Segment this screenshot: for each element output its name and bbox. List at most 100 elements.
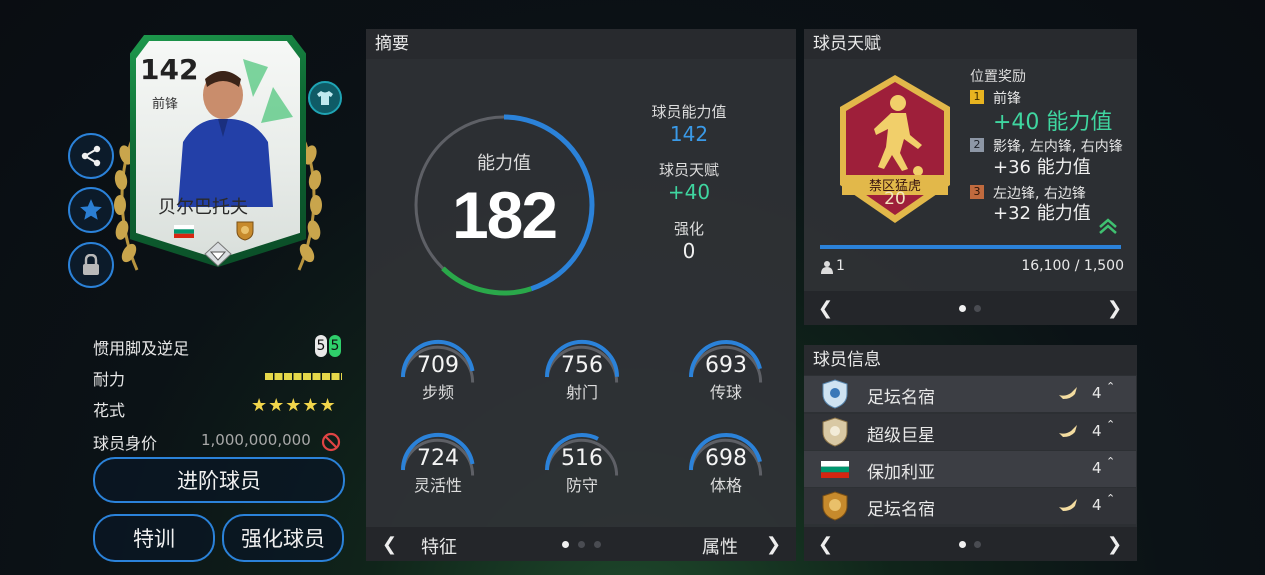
attribute-label: 灵活性 <box>413 476 462 495</box>
summary-prev-button[interactable]: ❮ <box>382 534 397 555</box>
bulgaria-flag-icon <box>174 225 194 238</box>
shirt-icon <box>317 91 333 105</box>
bonus-value-2: +36 能力值 <box>993 157 1091 178</box>
talent-panel-title: 球员天赋 <box>804 29 1137 59</box>
bonus-value-1: +40 能力值 <box>993 110 1113 135</box>
info-row-icon-legend[interactable]: 足坛名宿 4 ⌃ <box>804 376 1136 412</box>
talent-progress-track <box>820 245 1121 249</box>
ovr-value: 182 <box>451 178 558 252</box>
share-icon <box>81 145 101 167</box>
lock-icon <box>83 254 99 275</box>
summary-next-button[interactable]: ❯ <box>766 534 781 555</box>
info-level-1: 4 <box>1092 384 1102 402</box>
card-rating: 142 <box>140 53 199 86</box>
attribute-label: 传球 <box>709 383 742 402</box>
page-dot <box>974 305 981 312</box>
player-info-title: 球员信息 <box>804 345 1137 375</box>
enhance-value: 0 <box>682 239 696 263</box>
attribute-label: 防守 <box>565 476 598 495</box>
info-row-club[interactable]: 足坛名宿 4 ⌃ <box>804 488 1136 524</box>
player-count-icon <box>821 261 833 274</box>
caret-up-icon: ⌃ <box>1106 455 1116 468</box>
caret-up-icon: ⌃ <box>1106 418 1116 431</box>
enhance-label: 强化 <box>673 220 704 238</box>
position-bonus-title: 位置奖励 <box>970 69 1026 85</box>
attribute-value: 693 <box>705 353 747 378</box>
club-crest-icon <box>236 221 254 241</box>
club-crest-icon <box>822 491 848 521</box>
superstar-badge-icon <box>822 417 848 447</box>
info-row-nation[interactable]: 保加利亚 4 ⌃ <box>804 451 1136 487</box>
bulgaria-flag-icon <box>821 461 849 478</box>
page-dot <box>578 541 585 548</box>
caret-up-icon: ⌃ <box>1106 380 1116 393</box>
pager-left-label[interactable]: 特征 <box>421 533 457 559</box>
card-position: 前锋 <box>152 97 179 112</box>
ovr-ring-bonus-arc <box>441 266 532 296</box>
player-card[interactable]: 142 前锋 贝尔巴托夫 <box>114 35 342 275</box>
page-dot-active <box>562 541 569 548</box>
attribute-value: 516 <box>561 446 603 471</box>
attribute-gauge[interactable]: 709 步频 <box>400 337 490 407</box>
player-info-panel: 球员信息 足坛名宿 4 ⌃ 超级巨星 4 ⌃ 保加利亚 4 ⌃ 足坛名宿 4 ⌃… <box>804 345 1137 561</box>
lock-button[interactable] <box>68 242 114 288</box>
page-dot <box>594 541 601 548</box>
level-up-icon <box>1059 387 1077 399</box>
bonus-rank-1: 1 <box>970 90 984 104</box>
pager-right-label[interactable]: 属性 <box>702 533 738 559</box>
bonus-rank-3: 3 <box>970 185 984 199</box>
training-button[interactable]: 特训 <box>93 514 215 562</box>
attribute-gauge[interactable]: 698 体格 <box>688 430 778 500</box>
attribute-gauge[interactable]: 724 灵活性 <box>400 430 490 500</box>
bonus-rank-2: 2 <box>970 138 984 152</box>
icon-shield-icon <box>822 379 848 409</box>
info-row-superstar[interactable]: 超级巨星 4 ⌃ <box>804 414 1136 450</box>
bonus-value-3: +32 能力值 <box>993 203 1091 224</box>
weak-foot-row: 惯用脚及逆足 5 5 <box>93 335 343 359</box>
page-dot <box>974 541 981 548</box>
skills-row: 花式 ★★★★★ <box>93 395 343 421</box>
talent-panel: 球员天赋 禁区猛虎 20 位置奖励 1 前锋 +40 能力值 2 影锋, 左内锋… <box>804 29 1137 325</box>
attribute-gauge[interactable]: 516 防守 <box>544 430 634 500</box>
talent-pager: ❮ ❯ <box>804 291 1137 325</box>
attribute-label: 射门 <box>565 383 598 402</box>
attribute-gauge[interactable]: 693 传球 <box>688 337 778 407</box>
player-ovr-label: 球员能力值 <box>651 103 727 121</box>
talent-prev-button[interactable]: ❮ <box>818 298 833 319</box>
upgrade-chevron-icon[interactable] <box>1098 217 1118 235</box>
attribute-value: 698 <box>705 446 747 471</box>
talent-label: 球员天赋 <box>658 161 719 179</box>
stamina-label: 耐力 <box>93 370 126 389</box>
summary-title: 摘要 <box>366 29 796 59</box>
card-player-name: 贝尔巴托夫 <box>158 197 248 218</box>
info-level-4: 4 <box>1092 496 1102 514</box>
attribute-label: 步频 <box>421 383 454 402</box>
favorite-button[interactable] <box>68 187 114 233</box>
level-up-icon <box>1059 425 1077 437</box>
kit-badge[interactable] <box>308 81 342 115</box>
attribute-gauge[interactable]: 756 射门 <box>544 337 634 407</box>
info-name-1: 足坛名宿 <box>867 388 935 408</box>
advance-player-button[interactable]: 进阶球员 <box>93 457 345 503</box>
talent-count: 1 <box>836 258 845 274</box>
summary-panel: 摘要 能力值 182 球员能力值 142 球员天赋 +40 强化 0 709 步… <box>366 29 796 561</box>
skills-label: 花式 <box>93 401 126 420</box>
ovr-label: 能力值 <box>477 153 531 174</box>
skill-stars: ★★★★★ <box>251 395 337 416</box>
enhance-player-button[interactable]: 强化球员 <box>222 514 344 562</box>
info-prev-button[interactable]: ❮ <box>818 534 833 555</box>
player-value: 1,000,000,000 <box>201 431 311 449</box>
talent-next-button[interactable]: ❯ <box>1107 298 1122 319</box>
player-value-row: 球员身价 1,000,000,000 <box>93 430 343 454</box>
no-trade-icon <box>321 432 341 452</box>
talent-value: +40 <box>667 180 711 204</box>
player-value-label: 球员身价 <box>93 434 158 453</box>
weak-foot-label: 惯用脚及逆足 <box>93 339 190 358</box>
info-level-2: 4 <box>1092 422 1102 440</box>
page-dot-active <box>959 541 966 548</box>
info-next-button[interactable]: ❯ <box>1107 534 1122 555</box>
attribute-value: 756 <box>561 353 603 378</box>
info-level-3: 4 <box>1092 459 1102 477</box>
info-name-2: 超级巨星 <box>867 426 935 446</box>
share-button[interactable] <box>68 133 114 179</box>
